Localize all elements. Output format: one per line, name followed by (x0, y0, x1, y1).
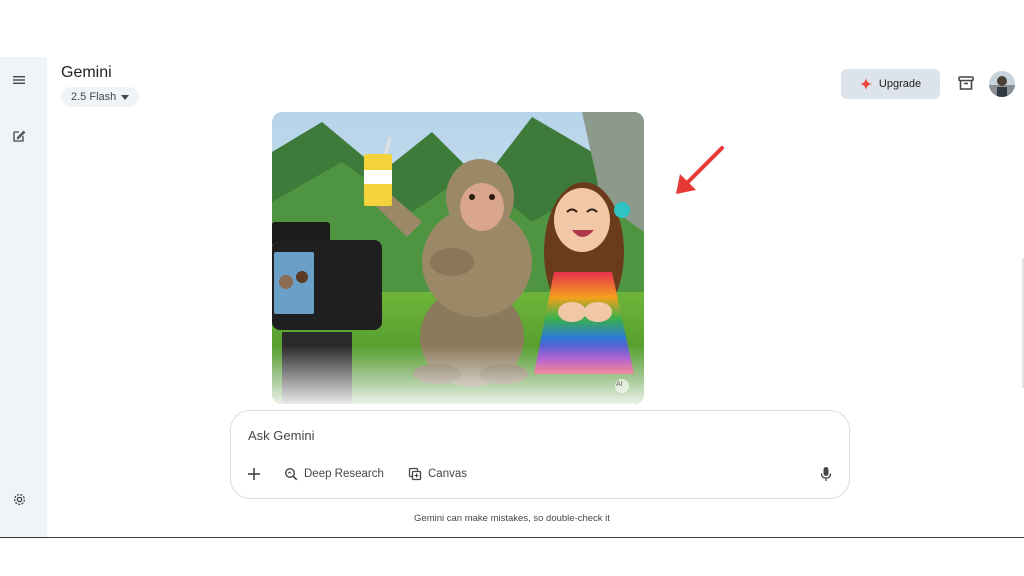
canvas-icon (408, 467, 422, 481)
menu-icon (13, 76, 25, 84)
mic-icon[interactable] (819, 466, 833, 482)
model-label: 2.5 Flash (71, 91, 117, 103)
gemini-window: Gemini 2.5 Flash Upgrade AI Ask Gemini D… (0, 57, 1024, 539)
plus-icon[interactable] (245, 465, 263, 483)
prompt-input[interactable] (248, 425, 808, 445)
caret-down-icon (121, 94, 130, 100)
disclaimer-text: Gemini can make mistakes, so double-chec… (414, 513, 610, 524)
settings-icon (13, 493, 25, 505)
prompt-composer: Deep Research Canvas (230, 410, 850, 499)
red-arrow-annotation (676, 146, 724, 194)
upgrade-button[interactable]: Upgrade (841, 69, 940, 99)
ai-watermark: AI (616, 381, 623, 388)
bottom-divider (0, 537, 1024, 538)
archive-icon[interactable] (956, 73, 976, 93)
user-avatar[interactable] (989, 71, 1015, 97)
deep-research-icon (284, 467, 298, 481)
generated-image[interactable]: AI (272, 112, 644, 404)
deep-research-button[interactable]: Deep Research (284, 465, 384, 483)
canvas-label: Canvas (428, 468, 467, 480)
upgrade-label: Upgrade (878, 78, 922, 90)
app-title: Gemini (61, 64, 112, 81)
deep-research-label: Deep Research (304, 468, 384, 480)
new-chat-button[interactable] (8, 125, 30, 147)
menu-button[interactable] (8, 69, 30, 91)
settings-button[interactable] (8, 488, 30, 510)
sparkle-icon (859, 78, 872, 90)
canvas-button[interactable]: Canvas (408, 465, 467, 483)
new-chat-icon (13, 130, 26, 142)
model-selector[interactable]: 2.5 Flash (61, 87, 140, 107)
sidebar (0, 57, 47, 539)
